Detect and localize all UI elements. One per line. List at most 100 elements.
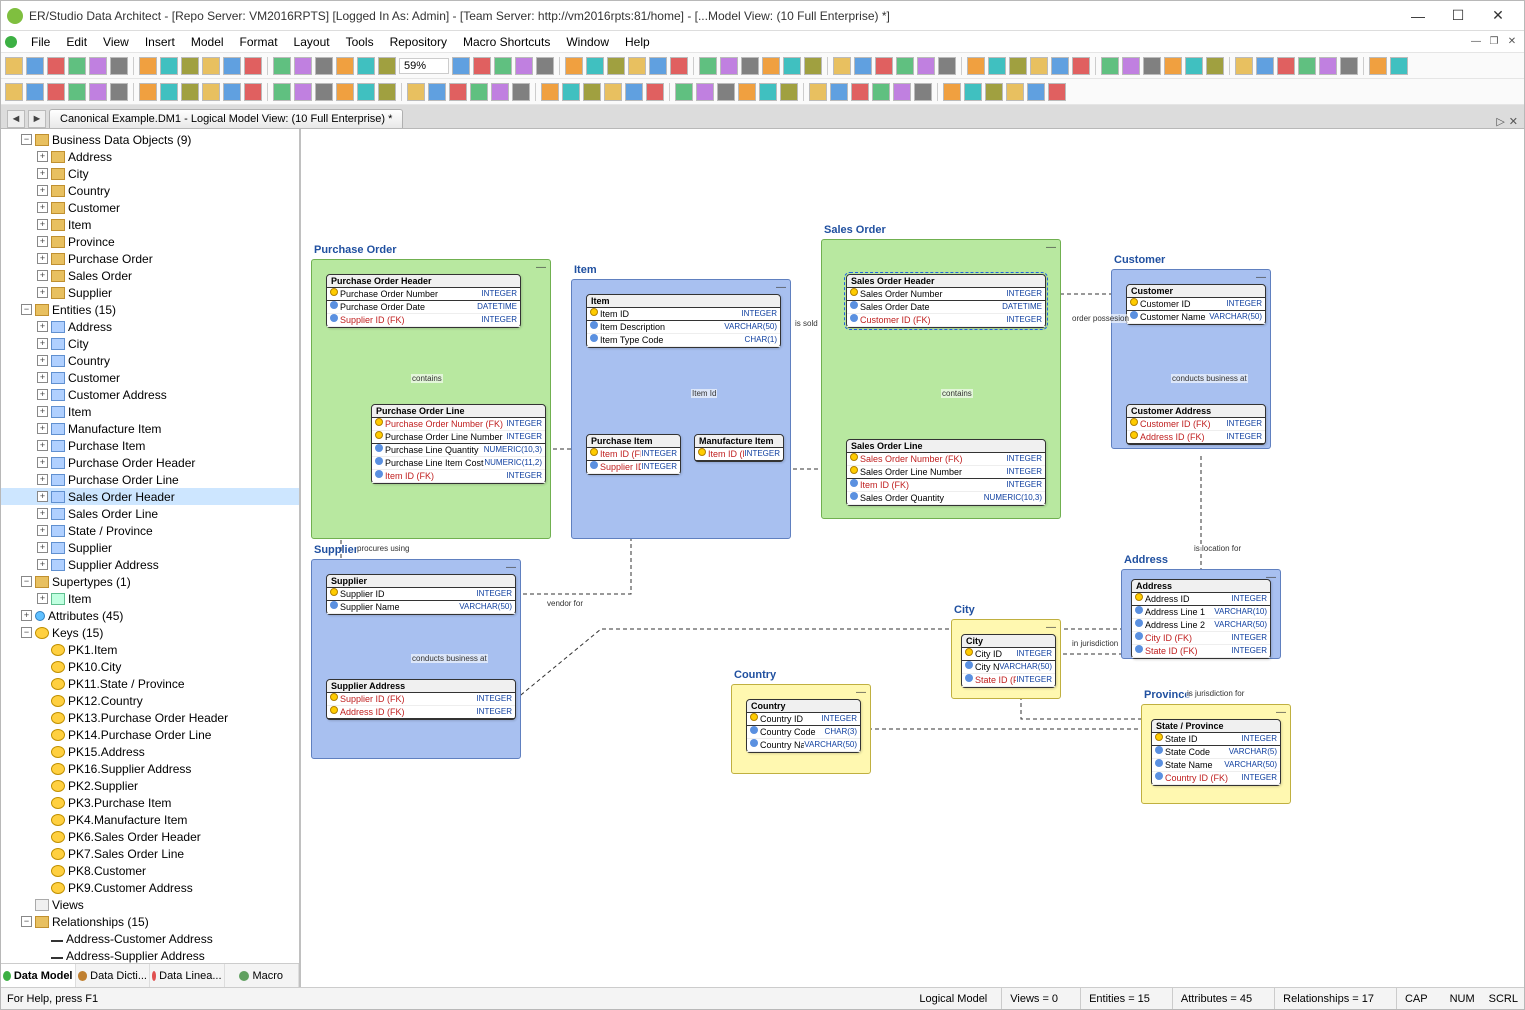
tree-node[interactable]: PK8.Customer [1, 862, 299, 879]
tree-node[interactable]: +Supplier [1, 539, 299, 556]
tab-scroll-right[interactable]: ▷ [1496, 115, 1504, 128]
tree-node[interactable]: +Attributes (45) [1, 607, 299, 624]
toolbar-button[interactable] [872, 83, 890, 101]
cluster-minimize-icon[interactable]: — [1046, 622, 1056, 633]
toolbar-button[interactable] [1027, 83, 1045, 101]
entity-poh[interactable]: Purchase Order HeaderPurchase Order Numb… [326, 274, 521, 328]
tree-node[interactable]: PK7.Sales Order Line [1, 845, 299, 862]
toolbar-button[interactable] [491, 83, 509, 101]
toolbar-button[interactable] [26, 83, 44, 101]
toolbar-button[interactable] [536, 57, 554, 75]
toolbar-button[interactable] [628, 57, 646, 75]
toolbar-button[interactable] [696, 83, 714, 101]
toolbar-button[interactable] [830, 83, 848, 101]
tree-node[interactable]: PK15.Address [1, 743, 299, 760]
toolbar-button[interactable] [717, 83, 735, 101]
toolbar-button[interactable] [625, 83, 643, 101]
toolbar-button[interactable] [604, 83, 622, 101]
toolbar-button[interactable] [541, 83, 559, 101]
tree-node[interactable]: −Entities (15) [1, 301, 299, 318]
tree-node[interactable]: +Province [1, 233, 299, 250]
toolbar-button[interactable] [854, 57, 872, 75]
toolbar-button[interactable] [26, 57, 44, 75]
toolbar-button[interactable] [809, 83, 827, 101]
toolbar-button[interactable] [139, 57, 157, 75]
tree-node[interactable]: +Purchase Item [1, 437, 299, 454]
toolbar-button[interactable] [315, 83, 333, 101]
toolbar-button[interactable] [875, 57, 893, 75]
toolbar-button[interactable] [139, 83, 157, 101]
tree-node[interactable]: +Customer [1, 199, 299, 216]
toolbar-button[interactable] [273, 83, 291, 101]
entity-mitem[interactable]: Manufacture ItemItem ID (FK)INTEGER [694, 434, 784, 462]
toolbar-button[interactable] [699, 57, 717, 75]
toolbar-button[interactable] [47, 83, 65, 101]
mdi-minimize[interactable]: — [1468, 36, 1484, 47]
toolbar-button[interactable] [783, 57, 801, 75]
toolbar-button[interactable] [378, 57, 396, 75]
toolbar-button[interactable] [893, 83, 911, 101]
tree-node[interactable]: +Sales Order Header [1, 488, 299, 505]
menu-layout[interactable]: Layout [286, 33, 338, 51]
toolbar-button[interactable] [5, 57, 23, 75]
toolbar-button[interactable] [938, 57, 956, 75]
entity-cust[interactable]: CustomerCustomer IDINTEGERCustomer NameV… [1126, 284, 1266, 325]
toolbar-button[interactable] [407, 83, 425, 101]
toolbar-button[interactable] [202, 83, 220, 101]
toolbar-button[interactable] [1143, 57, 1161, 75]
cluster-minimize-icon[interactable]: — [856, 687, 866, 698]
toolbar-button[interactable] [780, 83, 798, 101]
toolbar-button[interactable] [273, 57, 291, 75]
toolbar-button[interactable] [1235, 57, 1253, 75]
sidebar-tab-data-dictionary[interactable]: Data Dicti... [76, 964, 151, 987]
toolbar-button[interactable] [1051, 57, 1069, 75]
cluster-minimize-icon[interactable]: — [1256, 272, 1266, 283]
toolbar-button[interactable] [670, 57, 688, 75]
toolbar-button[interactable] [565, 57, 583, 75]
toolbar-button[interactable] [428, 83, 446, 101]
toolbar-button[interactable] [833, 57, 851, 75]
tree-node[interactable]: Address-Supplier Address [1, 947, 299, 963]
toolbar-button[interactable] [586, 57, 604, 75]
tree-node[interactable]: Address-Customer Address [1, 930, 299, 947]
toolbar-button[interactable] [202, 57, 220, 75]
menu-file[interactable]: File [23, 33, 58, 51]
toolbar-button[interactable] [914, 83, 932, 101]
toolbar-button[interactable] [1072, 57, 1090, 75]
tree-node[interactable]: PK16.Supplier Address [1, 760, 299, 777]
menu-repository[interactable]: Repository [382, 33, 455, 51]
tree-node[interactable]: −Supertypes (1) [1, 573, 299, 590]
tree-node[interactable]: +Address [1, 148, 299, 165]
tree-node[interactable]: PK14.Purchase Order Line [1, 726, 299, 743]
toolbar-button[interactable] [1030, 57, 1048, 75]
tree-node[interactable]: +Country [1, 352, 299, 369]
toolbar-button[interactable] [244, 83, 262, 101]
entity-caddr[interactable]: Customer AddressCustomer ID (FK)INTEGERA… [1126, 404, 1266, 445]
toolbar-button[interactable] [357, 83, 375, 101]
toolbar-button[interactable] [741, 57, 759, 75]
tree-node[interactable]: PK6.Sales Order Header [1, 828, 299, 845]
tree-node[interactable]: +Sales Order Line [1, 505, 299, 522]
toolbar-button[interactable] [583, 83, 601, 101]
tree-node[interactable]: +Address [1, 318, 299, 335]
tree-node[interactable]: PK10.City [1, 658, 299, 675]
toolbar-button[interactable] [967, 57, 985, 75]
tab-nav-left[interactable]: ◄ [7, 110, 25, 128]
toolbar-button[interactable] [1164, 57, 1182, 75]
tree-node[interactable]: PK13.Purchase Order Header [1, 709, 299, 726]
tree-node[interactable]: +Item [1, 216, 299, 233]
sidebar-tab-macro[interactable]: Macro [225, 964, 300, 987]
tree-node[interactable]: +Customer [1, 369, 299, 386]
toolbar-button[interactable] [378, 83, 396, 101]
toolbar-button[interactable] [294, 57, 312, 75]
toolbar-button[interactable] [223, 57, 241, 75]
toolbar-button[interactable] [1122, 57, 1140, 75]
toolbar-button[interactable] [160, 83, 178, 101]
tree-node[interactable]: +Country [1, 182, 299, 199]
toolbar-button[interactable] [720, 57, 738, 75]
menu-help[interactable]: Help [617, 33, 658, 51]
toolbar-button[interactable] [762, 57, 780, 75]
entity-soh[interactable]: Sales Order HeaderSales Order NumberINTE… [846, 274, 1046, 328]
toolbar-button[interactable] [89, 83, 107, 101]
tree-node[interactable]: +State / Province [1, 522, 299, 539]
